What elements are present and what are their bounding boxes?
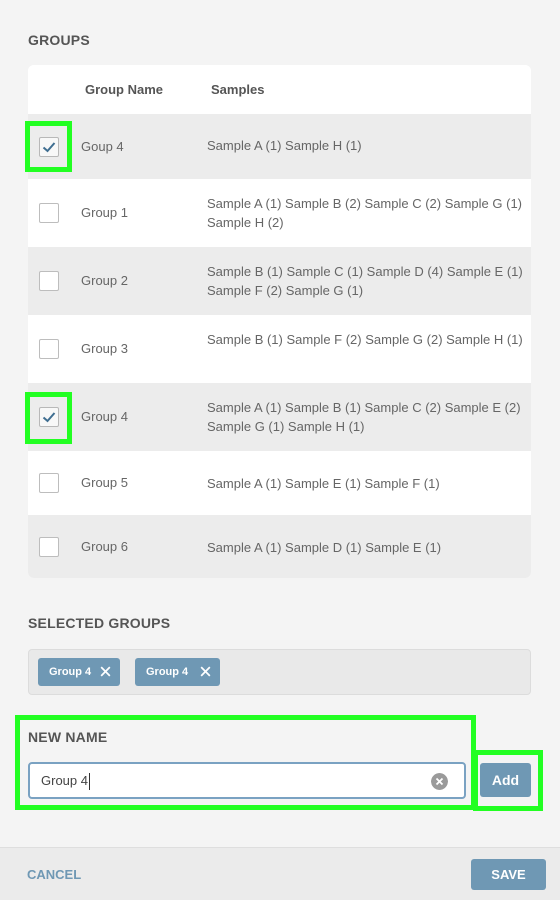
selected-groups-title: SELECTED GROUPS bbox=[28, 615, 171, 631]
group-samples: Sample A (1) Sample B (2) Sample C (2) S… bbox=[207, 196, 523, 230]
group-samples: Sample A (1) Sample D (1) Sample E (1) bbox=[207, 540, 442, 555]
column-header-group-name: Group Name bbox=[85, 82, 164, 97]
row-checkbox[interactable] bbox=[39, 339, 59, 359]
table-row[interactable]: Group 3 Sample B (1) Sample F (2) Sample… bbox=[28, 315, 531, 383]
selected-chip: Group 4 bbox=[38, 658, 120, 686]
row-checkbox[interactable] bbox=[39, 537, 59, 557]
row-checkbox[interactable] bbox=[39, 137, 59, 157]
new-name-title: NEW NAME bbox=[28, 729, 108, 745]
table-row[interactable]: Group 4 Sample A (1) Sample B (1) Sample… bbox=[28, 383, 531, 451]
group-name: Goup 4 bbox=[81, 139, 124, 154]
row-checkbox[interactable] bbox=[39, 203, 59, 223]
table-row[interactable]: Group 5 Sample A (1) Sample E (1) Sample… bbox=[28, 451, 531, 515]
row-checkbox[interactable] bbox=[39, 473, 59, 493]
new-name-value: Group 4 bbox=[41, 773, 88, 788]
group-samples: Sample A (1) Sample E (1) Sample F (1) bbox=[207, 476, 440, 491]
selected-chip: Group 4 bbox=[135, 658, 220, 686]
group-samples: Sample B (1) Sample C (1) Sample D (4) S… bbox=[207, 264, 523, 298]
table-header: Group Name Samples bbox=[28, 65, 531, 114]
table-row[interactable]: Group 2 Sample B (1) Sample C (1) Sample… bbox=[28, 247, 531, 315]
group-samples: Sample B (1) Sample F (2) Sample G (2) S… bbox=[207, 332, 523, 347]
column-header-samples: Samples bbox=[211, 82, 265, 97]
row-checkbox[interactable] bbox=[39, 407, 59, 427]
text-caret bbox=[88, 773, 90, 791]
table-row[interactable]: Goup 4 Sample A (1) Sample H (1) bbox=[28, 114, 531, 179]
chip-label: Group 4 bbox=[49, 666, 92, 678]
close-icon[interactable] bbox=[99, 665, 112, 678]
new-name-input[interactable]: Group 4 bbox=[28, 762, 466, 799]
groups-title: GROUPS bbox=[28, 32, 90, 48]
selected-groups-box: Group 4 Group 4 bbox=[28, 649, 531, 695]
groups-table: Group Name Samples Goup 4 Sample A (1) S… bbox=[28, 65, 531, 578]
group-samples: Sample A (1) Sample B (1) Sample C (2) S… bbox=[207, 400, 521, 434]
table-row[interactable]: Group 1 Sample A (1) Sample B (2) Sample… bbox=[28, 179, 531, 247]
group-name: Group 4 bbox=[81, 409, 128, 424]
add-button[interactable]: Add bbox=[480, 763, 531, 797]
table-row[interactable]: Group 6 Sample A (1) Sample D (1) Sample… bbox=[28, 515, 531, 578]
group-name: Group 1 bbox=[81, 205, 128, 220]
group-name: Group 6 bbox=[81, 539, 128, 554]
group-name: Group 2 bbox=[81, 273, 128, 288]
clear-icon[interactable] bbox=[431, 773, 448, 790]
close-icon[interactable] bbox=[199, 665, 212, 678]
group-name: Group 3 bbox=[81, 341, 128, 356]
row-checkbox[interactable] bbox=[39, 271, 59, 291]
cancel-button[interactable]: CANCEL bbox=[27, 867, 81, 882]
checkmark-icon bbox=[42, 412, 56, 423]
group-samples: Sample A (1) Sample H (1) bbox=[207, 138, 362, 153]
group-name: Group 5 bbox=[81, 475, 128, 490]
checkmark-icon bbox=[42, 142, 56, 153]
footer-bar: CANCEL SAVE bbox=[0, 847, 560, 900]
chip-label: Group 4 bbox=[146, 666, 189, 678]
save-button[interactable]: SAVE bbox=[471, 859, 546, 890]
